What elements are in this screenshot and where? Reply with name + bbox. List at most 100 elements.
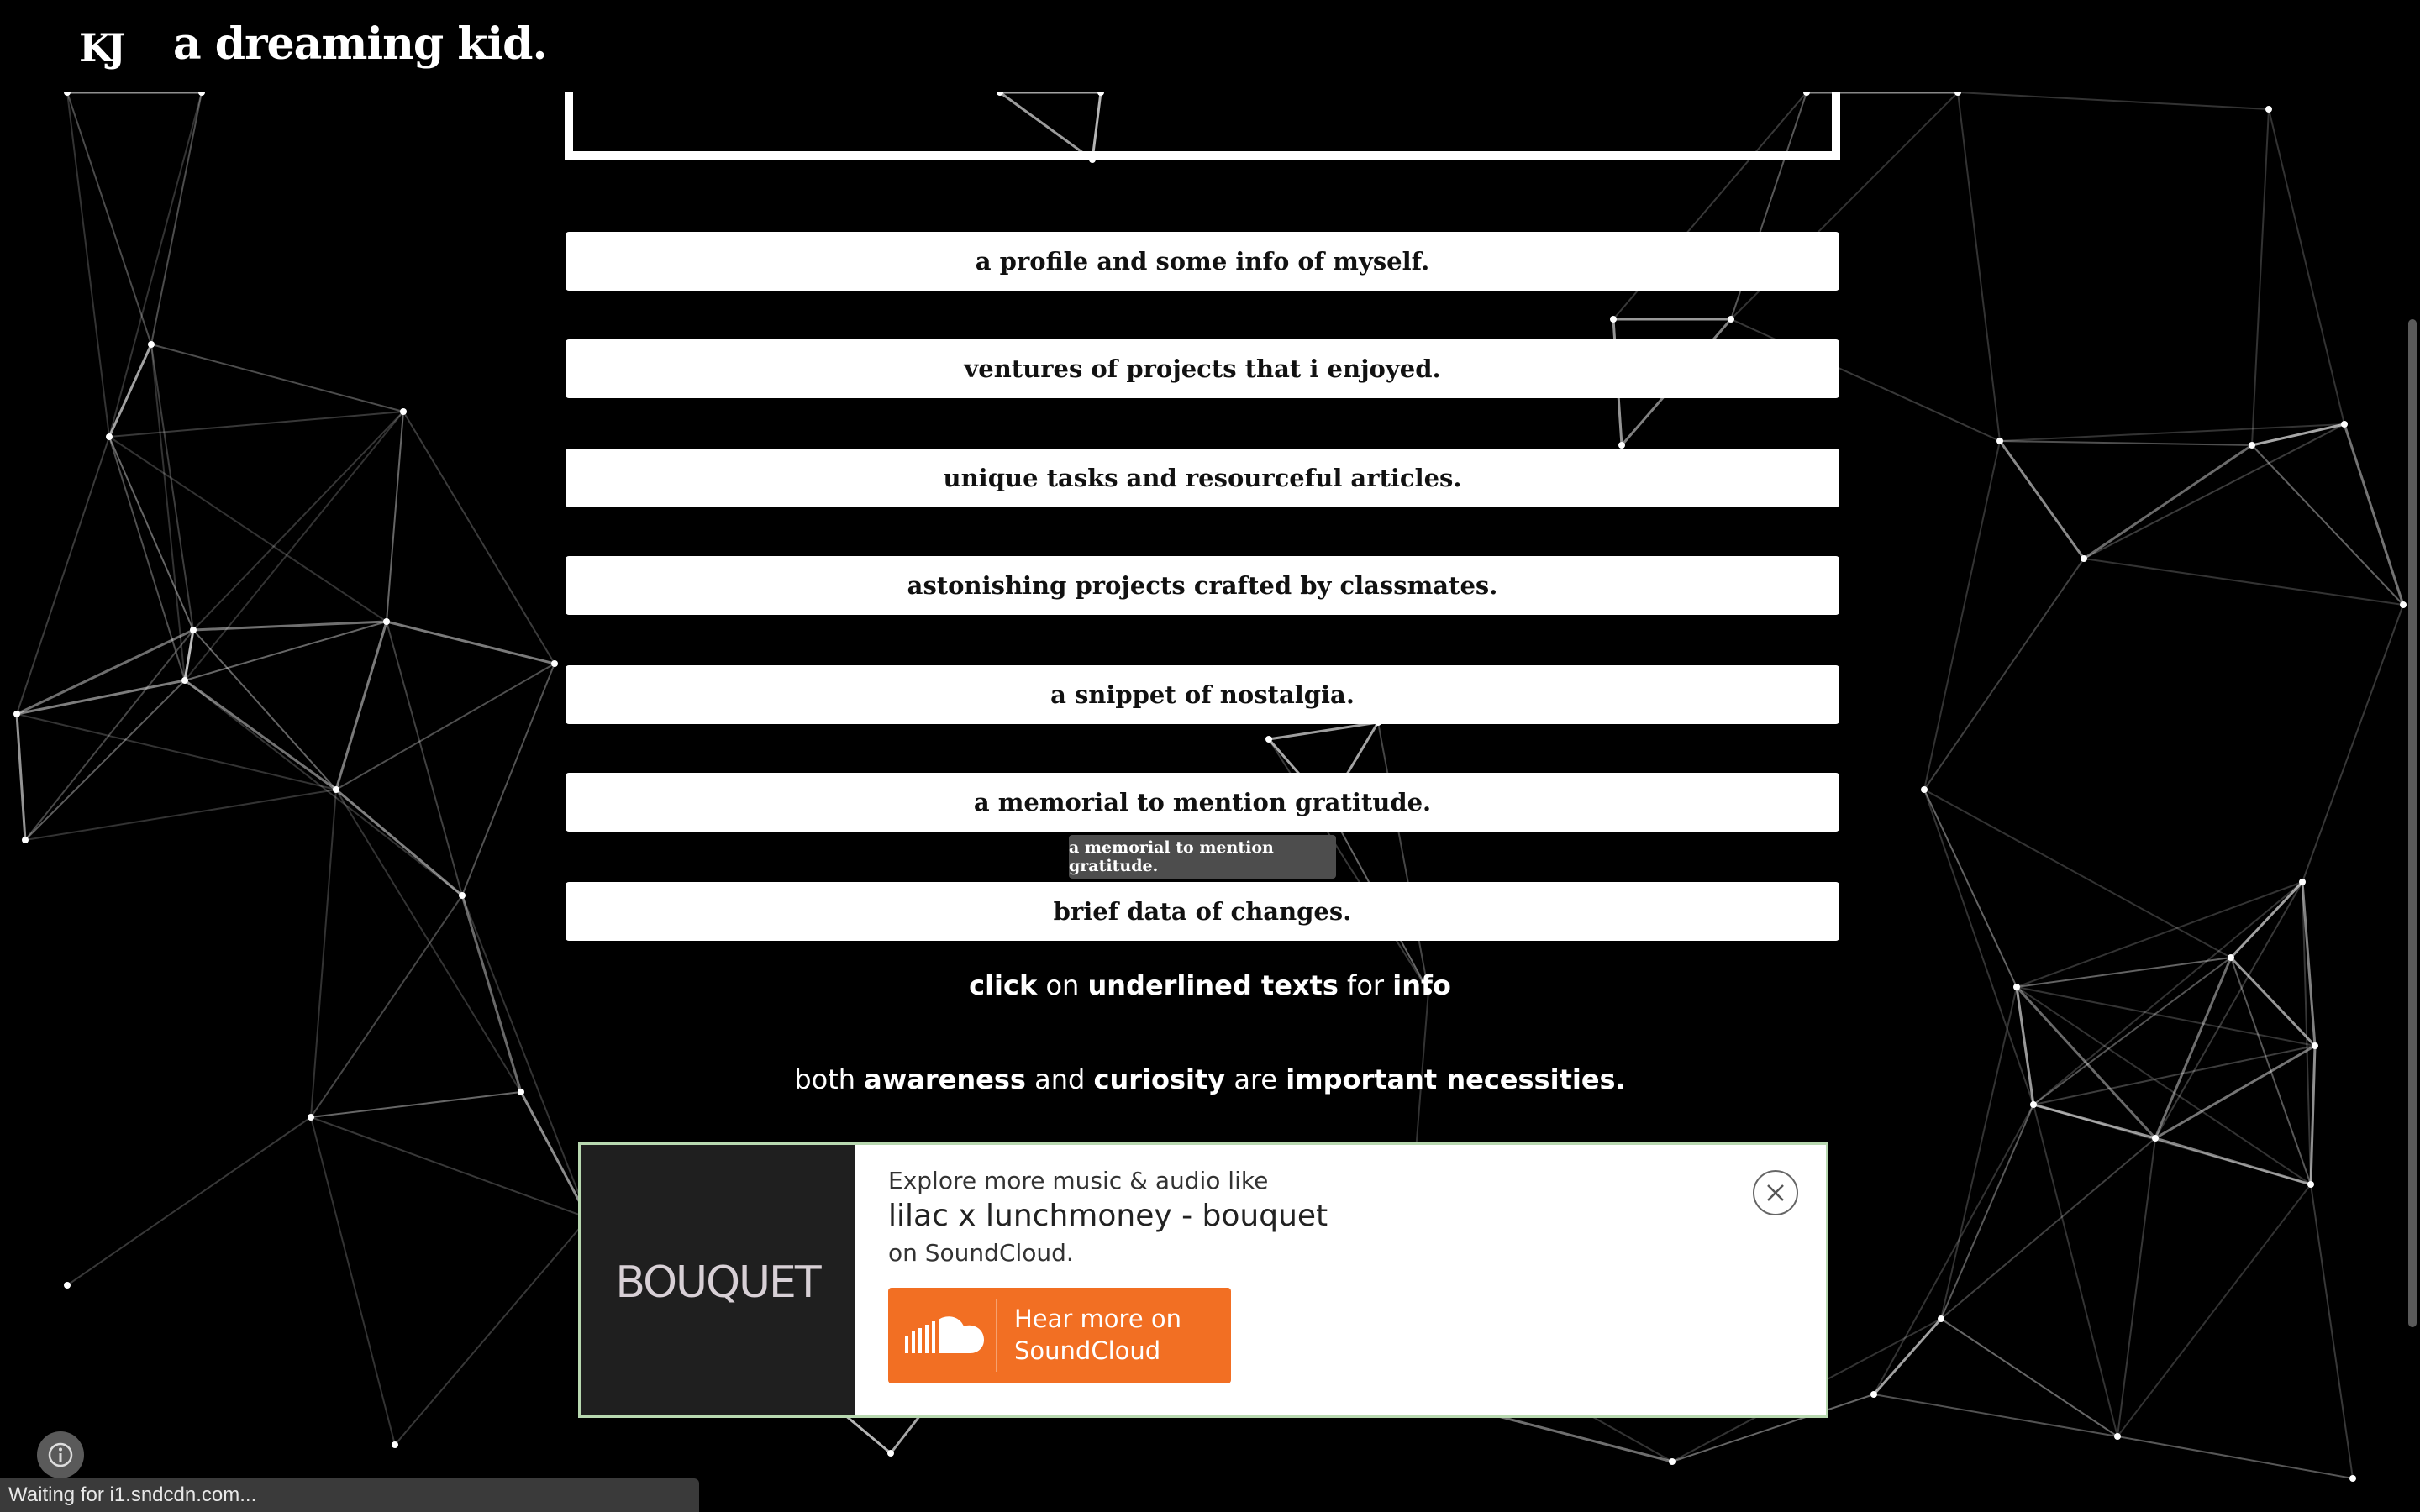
close-button[interactable]	[1753, 1170, 1798, 1215]
network-edge	[2117, 1436, 2354, 1479]
network-edge	[1999, 440, 2253, 446]
network-node	[2030, 1101, 2037, 1108]
network-edge	[150, 344, 404, 412]
hear-more-button[interactable]: Hear more on SoundCloud	[888, 1288, 1231, 1383]
motto: both awareness and curiosity are importa…	[0, 1063, 2420, 1095]
network-node	[400, 408, 407, 415]
network-edge	[184, 680, 463, 896]
network-node	[2312, 1042, 2318, 1049]
info-hint: click on underlined texts for info	[0, 969, 2420, 1001]
soundcloud-logo-icon	[905, 1316, 984, 1353]
network-node	[1938, 1315, 1944, 1322]
network-edge	[66, 92, 110, 438]
network-edge	[386, 411, 404, 622]
menu-item-changes[interactable]: brief data of changes.	[566, 882, 1839, 941]
network-node	[2114, 1433, 2121, 1440]
network-edge	[150, 344, 186, 681]
network-edge	[310, 1091, 522, 1118]
network-edge	[1940, 1318, 2118, 1437]
network-node	[551, 660, 558, 667]
network-node	[1921, 786, 1928, 793]
tooltip: a memorial to mention gratitude.	[1069, 835, 1336, 879]
network-node	[1265, 736, 1272, 743]
network-edge	[2229, 880, 2304, 959]
network-node	[64, 1282, 71, 1289]
network-node	[459, 892, 466, 899]
network-edge	[310, 1116, 589, 1219]
network-node	[106, 433, 113, 440]
network-edge	[1268, 721, 1379, 741]
network-edge	[394, 1217, 589, 1446]
network-edge	[335, 789, 522, 1093]
network-node	[182, 677, 188, 684]
network-edge	[2268, 108, 2345, 425]
network-node	[333, 786, 339, 793]
network-edge	[66, 92, 152, 345]
info-icon	[48, 1442, 73, 1467]
network-edge	[2302, 604, 2404, 883]
menu-item-tasks[interactable]: unique tasks and resourceful articles.	[566, 449, 1839, 507]
track-title[interactable]: lilac x lunchmoney - bouquet	[888, 1199, 1328, 1233]
network-edge	[2083, 444, 2253, 560]
menu-item-ventures[interactable]: ventures of projects that i enjoyed.	[566, 339, 1839, 398]
network-edge	[192, 411, 404, 631]
network-node	[2299, 879, 2306, 885]
network-edge	[1957, 92, 2270, 110]
network-edge	[2310, 1184, 2354, 1479]
network-node	[1728, 316, 1734, 323]
network-edge	[461, 895, 589, 1219]
site-title[interactable]: a dreaming kid.	[173, 18, 548, 70]
network-edge	[335, 788, 463, 897]
network-node	[2081, 555, 2087, 562]
network-edge	[402, 411, 555, 664]
network-edge	[150, 344, 194, 631]
motto-word: both	[794, 1063, 855, 1095]
info-button[interactable]	[37, 1431, 84, 1478]
network-edge	[16, 436, 110, 715]
network-edge	[1872, 1318, 1943, 1395]
network-edge	[1923, 440, 2001, 790]
album-art[interactable]: BOUQUET	[581, 1145, 855, 1415]
network-edge	[184, 621, 387, 681]
network-edge	[2251, 444, 2404, 606]
hint-word: underlined texts	[1087, 969, 1339, 1001]
network-node	[1996, 438, 2003, 444]
network-edge	[1923, 558, 2085, 790]
network-node	[2400, 601, 2407, 608]
network-edge	[16, 628, 194, 716]
network-node	[13, 711, 20, 717]
network-edge	[1478, 1410, 1673, 1463]
explore-text: Explore more music & audio like	[888, 1167, 1269, 1194]
platform-text: on SoundCloud.	[888, 1239, 1074, 1267]
hint-word: for	[1347, 969, 1385, 1001]
network-edge	[386, 621, 463, 896]
menu-item-classmates[interactable]: astonishing projects crafted by classmat…	[566, 556, 1839, 615]
network-edge	[2033, 1104, 2118, 1437]
network-edge	[108, 436, 387, 622]
network-edge	[1940, 986, 2018, 1320]
network-node	[190, 627, 197, 633]
menu-item-nostalgia[interactable]: a snippet of nostalgia.	[566, 665, 1839, 724]
close-icon	[1767, 1184, 1784, 1201]
network-node	[383, 618, 390, 625]
hint-word: on	[1045, 969, 1080, 1001]
network-edge	[2117, 1137, 2156, 1437]
album-art-text: BOUQUET	[615, 1257, 821, 1308]
network-edge	[386, 620, 555, 665]
network-edge	[1957, 92, 2001, 442]
network-node	[2249, 442, 2255, 449]
menu-item-profile[interactable]: a profile and some info of myself.	[566, 232, 1839, 291]
network-edge	[2251, 108, 2270, 446]
network-edge	[192, 620, 387, 632]
network-edge	[2343, 423, 2405, 606]
motto-word: and	[1034, 1063, 1086, 1095]
scrollbar[interactable]	[2408, 319, 2417, 1327]
menu-item-gratitude[interactable]: a memorial to mention gratitude.	[566, 773, 1839, 832]
network-edge	[2083, 558, 2404, 606]
site-logo[interactable]: KJ	[79, 25, 126, 71]
network-node	[22, 837, 29, 843]
network-edge	[184, 679, 337, 791]
network-edge	[108, 411, 404, 438]
network-node	[1669, 1458, 1676, 1465]
motto-word: are	[1234, 1063, 1278, 1095]
